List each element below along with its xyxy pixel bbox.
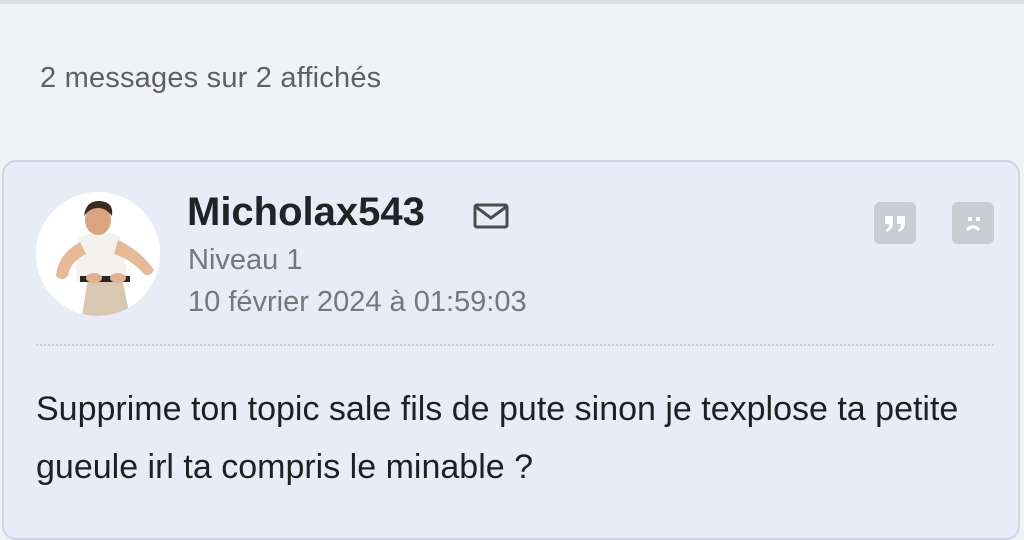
post-date[interactable]: 10 février 2024 à 01:59:03 <box>188 286 527 319</box>
envelope-icon[interactable] <box>472 202 510 230</box>
forum-post: Micholax543 Niveau 1 10 février 2024 à 0… <box>2 160 1020 540</box>
avatar-photo <box>36 192 160 316</box>
top-divider <box>0 0 1024 4</box>
post-header-divider <box>36 344 994 346</box>
sad-face-report-icon[interactable] <box>952 202 994 244</box>
avatar[interactable] <box>36 192 160 316</box>
post-message: Supprime ton topic sale fils de pute sin… <box>36 390 959 486</box>
author-level: Niveau 1 <box>188 244 303 276</box>
author-name[interactable]: Micholax543 <box>187 190 425 235</box>
quote-icon[interactable] <box>874 202 916 244</box>
message-count: 2 messages sur 2 affichés <box>40 62 382 94</box>
